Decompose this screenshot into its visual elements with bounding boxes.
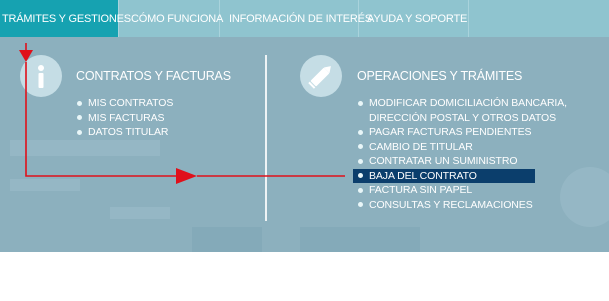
bullet-icon: [358, 158, 363, 164]
menu-item-datos-titular[interactable]: DATOS TITULAR: [76, 125, 173, 140]
tab-label: INFORMACIÓN DE INTERÉS: [229, 12, 372, 25]
bullet-icon: [77, 115, 82, 120]
bullet-icon: [358, 173, 363, 178]
bullet-icon: [358, 144, 363, 149]
menu-item-label: CAMBIO DE TITULAR: [369, 140, 473, 153]
menu-item-cambio-titular[interactable]: CAMBIO DE TITULAR: [357, 140, 607, 155]
pencil-icon: [300, 55, 342, 97]
menu-item-label: PAGAR FACTURAS PENDIENTES: [369, 126, 532, 138]
menu-item-consultas-reclamaciones[interactable]: CONSULTAS Y RECLAMACIONES: [357, 198, 607, 213]
bullet-icon: [358, 129, 363, 135]
section-title-operaciones: OPERACIONES Y TRÁMITES: [357, 69, 523, 83]
menu-item-label: MODIFICAR DOMICILIACIÓN BANCARIA, DIRECC…: [369, 97, 567, 124]
tab-como-funciona[interactable]: CÓMO FUNCIONA: [119, 0, 224, 37]
menu-item-label: DATOS TITULAR: [88, 126, 169, 138]
dropdown-panel: CONTRATOS Y FACTURAS MIS CONTRATOS MIS F…: [0, 37, 609, 252]
section-title-contratos: CONTRATOS Y FACTURAS: [76, 69, 231, 83]
bullet-icon: [77, 100, 82, 106]
menu-item-label: CONSULTAS Y RECLAMACIONES: [369, 198, 533, 211]
menu-item-label: MIS FACTURAS: [88, 111, 165, 124]
background-text-ghost: [110, 207, 170, 219]
menu-item-pagar-facturas[interactable]: PAGAR FACTURAS PENDIENTES: [357, 125, 607, 140]
tab-label: CÓMO FUNCIONA: [131, 12, 224, 25]
main-nav: TRÁMITES Y GESTIONES CÓMO FUNCIONA INFOR…: [0, 0, 609, 37]
bullet-icon: [77, 129, 82, 135]
tab-ayuda-soporte[interactable]: AYUDA Y SOPORTE: [359, 0, 469, 37]
background-box-ghost: [192, 227, 262, 252]
menu-item-mis-contratos[interactable]: MIS CONTRATOS: [76, 96, 173, 111]
column-divider: [265, 55, 267, 221]
menu-operaciones: MODIFICAR DOMICILIACIÓN BANCARIA, DIRECC…: [353, 96, 607, 213]
bullet-icon: [358, 187, 363, 193]
menu-item-modificar-domiciliacion[interactable]: MODIFICAR DOMICILIACIÓN BANCARIA, DIRECC…: [357, 96, 607, 125]
background-box-ghost: [300, 227, 420, 252]
menu-item-contratar-suministro[interactable]: CONTRATAR UN SUMINISTRO: [357, 154, 607, 169]
background-text-ghost: [10, 179, 80, 191]
tab-informacion-interes[interactable]: INFORMACIÓN DE INTERÉS: [220, 0, 372, 37]
menu-item-label: MIS CONTRATOS: [88, 97, 174, 109]
menu-item-mis-facturas[interactable]: MIS FACTURAS: [76, 111, 173, 126]
menu-item-baja-contrato[interactable]: BAJA DEL CONTRATO: [353, 168, 535, 183]
tab-tramites-gestiones[interactable]: TRÁMITES Y GESTIONES: [0, 0, 131, 37]
menu-item-label: BAJA DEL CONTRATO: [369, 169, 477, 182]
screenshot-stage: TRÁMITES Y GESTIONES CÓMO FUNCIONA INFOR…: [0, 0, 609, 301]
background-text-ghost: [10, 140, 160, 156]
menu-item-label: FACTURA SIN PAPEL: [369, 184, 473, 196]
menu-item-label: CONTRATAR UN SUMINISTRO: [369, 155, 518, 167]
bullet-icon: [358, 100, 363, 106]
info-icon: [20, 55, 62, 97]
tab-label: TRÁMITES Y GESTIONES: [2, 12, 131, 25]
tab-label: AYUDA Y SOPORTE: [367, 12, 468, 25]
bullet-icon: [358, 202, 363, 207]
menu-item-factura-sin-papel[interactable]: FACTURA SIN PAPEL: [357, 183, 607, 198]
menu-contratos: MIS CONTRATOS MIS FACTURAS DATOS TITULAR: [76, 96, 173, 140]
